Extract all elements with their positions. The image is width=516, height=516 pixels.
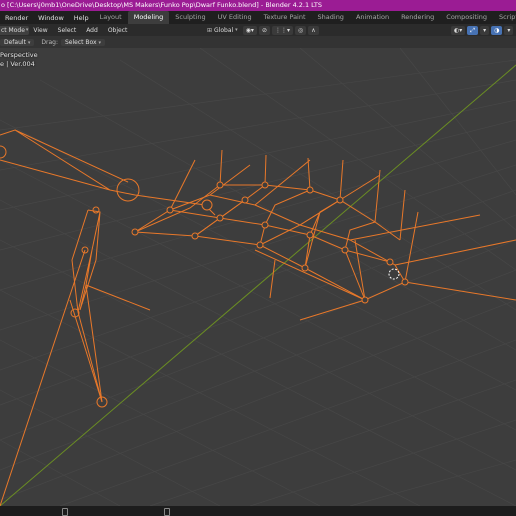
chevron-down-icon: ▾ <box>27 39 31 46</box>
tool-settings-header: Default ▾ Drag: Select Box ▾ <box>0 36 516 48</box>
orientation-selector[interactable]: Global <box>214 27 233 34</box>
tab-animation[interactable]: Animation <box>350 11 395 24</box>
tab-modeling[interactable]: Modeling <box>127 11 170 24</box>
transform-controls: ⊞ Global ▾ ◉▾ ⊘ ⋮⋮▾ ◎ ∧ <box>207 25 320 35</box>
menu-render[interactable]: Render <box>0 14 33 22</box>
pivot-point-icon[interactable]: ◉▾ <box>242 25 257 35</box>
armature-rig[interactable] <box>0 129 516 506</box>
falloff-icon[interactable]: ∧ <box>308 25 319 35</box>
overlay-dropdown-icon[interactable]: ▾ <box>504 25 514 35</box>
window-title-bar: o [C:\Users\j0mb1\OneDrive\Desktop\MS Ma… <box>0 0 516 11</box>
orientation-default-value: Default <box>4 38 26 46</box>
3d-viewport[interactable] <box>0 48 516 506</box>
gizmo-icon[interactable]: ⤢ <box>467 25 479 35</box>
y-axis-line <box>0 64 516 506</box>
chevron-down-icon: ▾ <box>98 39 101 46</box>
chevron-down-icon: ▾ <box>235 27 238 33</box>
visibility-icon[interactable]: ◐▾ <box>451 25 466 35</box>
tab-layout[interactable]: Layout <box>94 11 128 24</box>
orientation-default-dropdown[interactable]: Default ▾ <box>0 38 35 46</box>
tab-rendering[interactable]: Rendering <box>395 11 440 24</box>
snap-target-icon[interactable]: ⋮⋮▾ <box>271 25 293 35</box>
orientation-icon: ⊞ <box>207 26 213 34</box>
collection-object-label: e | Ver.004 <box>0 60 35 68</box>
snap-icon[interactable]: ⊘ <box>258 25 270 35</box>
tab-compositing[interactable]: Compositing <box>440 11 493 24</box>
tab-texture-paint[interactable]: Texture Paint <box>258 11 312 24</box>
menu-view[interactable]: View <box>28 27 52 34</box>
tab-scripting[interactable]: Scripting <box>493 11 516 24</box>
top-menu-bar: Render Window Help Layout Modeling Sculp… <box>0 11 516 24</box>
menu-object[interactable]: Object <box>103 27 133 34</box>
window-title: o [C:\Users\j0mb1\OneDrive\Desktop\MS Ma… <box>1 1 322 9</box>
mode-selector[interactable]: ct Mode <box>0 25 29 35</box>
drag-select-dropdown[interactable]: Select Box ▾ <box>60 38 105 46</box>
mouse-left-icon <box>62 508 68 516</box>
menu-help[interactable]: Help <box>69 14 94 22</box>
tab-sculpting[interactable]: Sculpting <box>169 11 211 24</box>
view-name-label: Perspective <box>0 51 38 59</box>
menu-window[interactable]: Window <box>33 14 69 22</box>
floor-grid <box>0 48 516 506</box>
gizmo-dropdown-icon[interactable]: ▾ <box>480 25 490 35</box>
mouse-middle-icon <box>164 508 170 516</box>
tab-shading[interactable]: Shading <box>312 11 350 24</box>
status-bar <box>0 506 516 516</box>
overlay-icon[interactable]: ◑ <box>491 25 503 35</box>
proportional-edit-icon[interactable]: ◎ <box>294 25 307 35</box>
drag-select-value: Select Box <box>64 38 97 46</box>
tab-uv-editing[interactable]: UV Editing <box>212 11 258 24</box>
viewport-display-controls: ◐▾ ⤢ ▾ ◑ ▾ <box>450 25 514 35</box>
menu-select[interactable]: Select <box>53 27 82 34</box>
drag-label: Drag: <box>41 38 58 46</box>
viewport-header: ct Mode ▾ View Select Add Object ⊞ Globa… <box>0 24 516 36</box>
menu-add[interactable]: Add <box>81 27 103 34</box>
